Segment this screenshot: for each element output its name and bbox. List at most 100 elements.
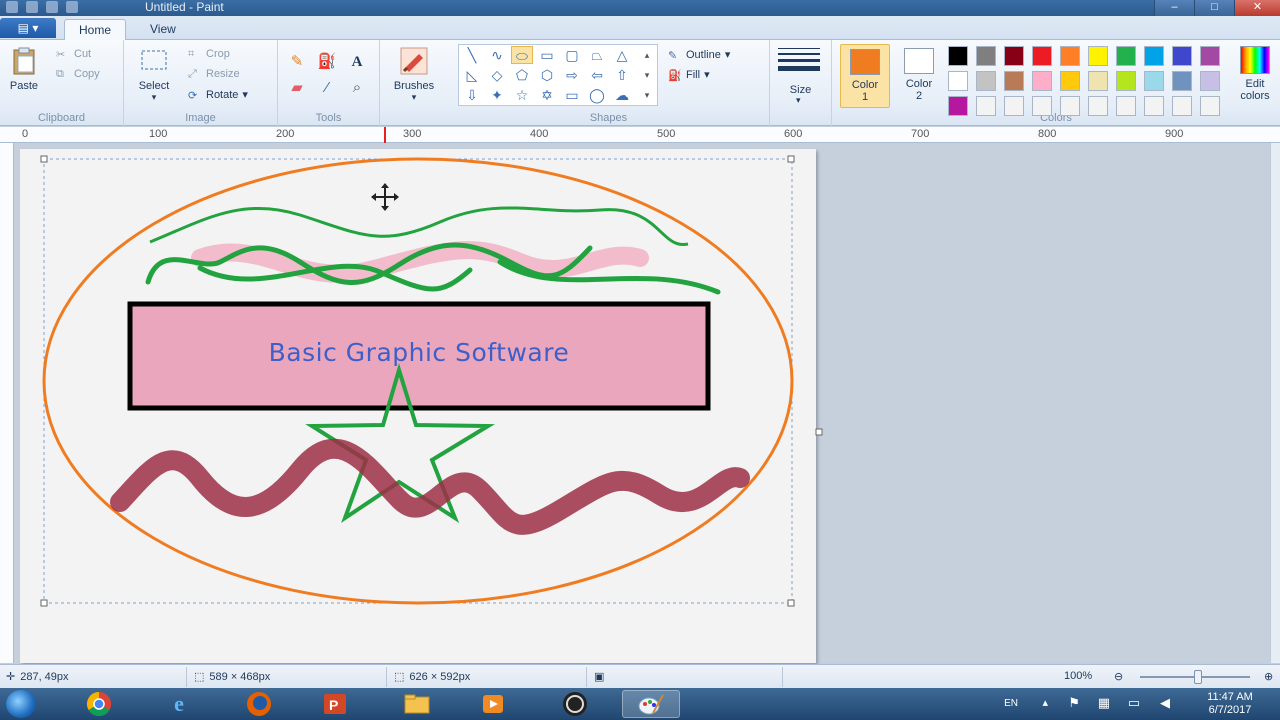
left-arrow-shape-icon[interactable]: ⇦ bbox=[586, 66, 608, 84]
palette-color-30[interactable] bbox=[1200, 96, 1220, 116]
paint-menu-button[interactable]: ▤ ▾ bbox=[0, 18, 56, 38]
palette-color-27[interactable] bbox=[1116, 96, 1136, 116]
palette-color-14[interactable] bbox=[1032, 71, 1052, 91]
color2-button[interactable]: Color 2 bbox=[894, 44, 944, 108]
shapes-scroll-down-icon[interactable]: ▾ bbox=[639, 66, 655, 84]
palette-color-22[interactable] bbox=[976, 96, 996, 116]
palette-color-23[interactable] bbox=[1004, 96, 1024, 116]
line-shape-icon[interactable]: ╲ bbox=[461, 46, 483, 64]
tab-view[interactable]: View bbox=[136, 19, 190, 41]
fill-button[interactable]: ⛽ Fill ▾ bbox=[668, 68, 710, 82]
callout-shape-icon[interactable]: ▭ bbox=[561, 86, 583, 104]
triangle-shape-icon[interactable]: △ bbox=[611, 46, 633, 64]
vertical-scrollbar[interactable] bbox=[1270, 143, 1280, 663]
down-arrow-shape-icon[interactable]: ⇩ bbox=[461, 86, 483, 104]
crop-button[interactable]: ⌗ Crop bbox=[188, 48, 230, 60]
palette-color-20[interactable] bbox=[1200, 71, 1220, 91]
color-picker-icon[interactable]: ⁄ bbox=[316, 78, 338, 98]
taskbar-firefox[interactable] bbox=[230, 690, 288, 718]
taskbar-obs[interactable] bbox=[546, 690, 604, 718]
outline-button[interactable]: ✎ Outline ▾ bbox=[668, 48, 730, 62]
palette-color-1[interactable] bbox=[948, 46, 968, 66]
palette-color-11[interactable] bbox=[948, 71, 968, 91]
oval-shape-icon[interactable]: ⬭ bbox=[511, 46, 533, 64]
palette-color-15[interactable] bbox=[1060, 71, 1080, 91]
color1-button[interactable]: Color 1 bbox=[840, 44, 890, 108]
pencil-icon[interactable]: ✎ bbox=[286, 52, 308, 72]
palette-color-9[interactable] bbox=[1172, 46, 1192, 66]
size-button[interactable] bbox=[778, 48, 820, 75]
copy-button[interactable]: ⧉ Copy bbox=[56, 68, 100, 80]
right-arrow-shape-icon[interactable]: ⇨ bbox=[561, 66, 583, 84]
tab-home[interactable]: Home bbox=[64, 19, 127, 41]
taskbar-chrome[interactable] bbox=[70, 690, 128, 718]
cloud-callout-shape-icon[interactable]: ☁ bbox=[611, 86, 633, 104]
volume-icon[interactable]: ◀ bbox=[1160, 695, 1170, 711]
palette-color-12[interactable] bbox=[976, 71, 996, 91]
right-triangle-shape-icon[interactable]: ◺ bbox=[461, 66, 483, 84]
clock[interactable]: 11:47 AM 6/7/2017 bbox=[1194, 691, 1266, 717]
palette-color-25[interactable] bbox=[1060, 96, 1080, 116]
palette-color-24[interactable] bbox=[1032, 96, 1052, 116]
taskbar-media-player[interactable] bbox=[464, 690, 522, 718]
palette-color-18[interactable] bbox=[1144, 71, 1164, 91]
palette-color-4[interactable] bbox=[1032, 46, 1052, 66]
palette-color-28[interactable] bbox=[1144, 96, 1164, 116]
text-tool-icon[interactable]: A bbox=[346, 52, 368, 72]
palette-color-6[interactable] bbox=[1088, 46, 1108, 66]
pentagon-shape-icon[interactable]: ⬠ bbox=[511, 66, 533, 84]
redo-icon[interactable] bbox=[66, 1, 78, 13]
oval-callout-shape-icon[interactable]: ◯ bbox=[586, 86, 608, 104]
resize-button[interactable]: ⤢ Resize bbox=[188, 68, 240, 80]
save-icon[interactable] bbox=[26, 1, 38, 13]
palette-color-5[interactable] bbox=[1060, 46, 1080, 66]
rounded-rectangle-shape-icon[interactable]: ▢ bbox=[561, 46, 583, 64]
palette-color-29[interactable] bbox=[1172, 96, 1192, 116]
palette-color-21[interactable] bbox=[948, 96, 968, 116]
taskbar-powerpoint[interactable]: P bbox=[306, 690, 364, 718]
drawing-canvas[interactable] bbox=[20, 149, 816, 663]
undo-icon[interactable] bbox=[46, 1, 58, 13]
diamond-shape-icon[interactable]: ◇ bbox=[486, 66, 508, 84]
five-point-star-shape-icon[interactable]: ☆ bbox=[511, 86, 533, 104]
six-point-star-shape-icon[interactable]: ✡ bbox=[536, 86, 558, 104]
close-button[interactable]: ✕ bbox=[1234, 0, 1280, 16]
network-icon[interactable]: ▦ bbox=[1098, 695, 1110, 711]
language-indicator[interactable]: EN bbox=[1004, 698, 1018, 709]
eraser-icon[interactable]: ▰ bbox=[286, 78, 308, 98]
magnifier-icon[interactable]: ⌕ bbox=[346, 78, 368, 98]
minimize-button[interactable]: – bbox=[1154, 0, 1194, 16]
taskbar-internet-explorer[interactable]: e bbox=[150, 690, 208, 718]
select-button[interactable]: Select ▾ bbox=[134, 46, 174, 103]
zoom-in-button[interactable]: ⊕ bbox=[1264, 670, 1273, 683]
edit-colors-button[interactable]: Edit colors bbox=[1232, 44, 1278, 102]
palette-color-13[interactable] bbox=[1004, 71, 1024, 91]
paint-app-icon[interactable] bbox=[6, 1, 18, 13]
rectangle-shape-icon[interactable]: ▭ bbox=[536, 46, 558, 64]
zoom-out-button[interactable]: ⊖ bbox=[1114, 670, 1123, 683]
cut-button[interactable]: ✂ Cut bbox=[56, 48, 91, 61]
palette-color-16[interactable] bbox=[1088, 71, 1108, 91]
maximize-button[interactable]: □ bbox=[1194, 0, 1234, 16]
curve-shape-icon[interactable]: ∿ bbox=[486, 46, 508, 64]
zoom-slider-thumb[interactable] bbox=[1194, 670, 1202, 684]
fill-bucket-icon[interactable]: ⛽ bbox=[316, 52, 338, 72]
shapes-scroll-up-icon[interactable]: ▴ bbox=[639, 46, 655, 64]
palette-color-26[interactable] bbox=[1088, 96, 1108, 116]
start-button[interactable] bbox=[6, 690, 36, 718]
taskbar-file-explorer[interactable] bbox=[388, 690, 446, 718]
palette-color-3[interactable] bbox=[1004, 46, 1024, 66]
flag-icon[interactable]: ⚑ bbox=[1068, 695, 1080, 711]
palette-color-7[interactable] bbox=[1116, 46, 1136, 66]
palette-color-17[interactable] bbox=[1116, 71, 1136, 91]
shapes-expand-icon[interactable]: ▾ bbox=[639, 86, 655, 104]
brushes-button[interactable]: Brushes ▾ bbox=[388, 46, 440, 103]
taskbar-paint[interactable] bbox=[622, 690, 680, 718]
polygon-shape-icon[interactable]: ⏢ bbox=[586, 46, 608, 64]
four-point-star-shape-icon[interactable]: ✦ bbox=[486, 86, 508, 104]
palette-color-2[interactable] bbox=[976, 46, 996, 66]
rotate-button[interactable]: ⟳ Rotate ▾ bbox=[188, 88, 248, 102]
paste-button[interactable]: Paste bbox=[6, 46, 42, 92]
palette-color-10[interactable] bbox=[1200, 46, 1220, 66]
up-arrow-shape-icon[interactable]: ⇧ bbox=[611, 66, 633, 84]
